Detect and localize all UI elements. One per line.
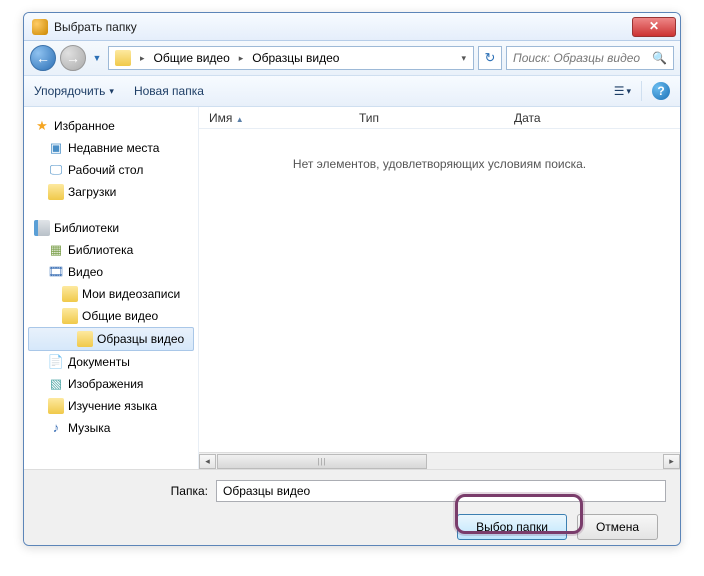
tree-my-video[interactable]: Мои видеозаписи [24, 283, 198, 305]
breadcrumb-arrow-icon: ▸ [137, 53, 148, 64]
folder-icon [115, 50, 131, 66]
search-icon: 🔍 [652, 51, 667, 65]
sort-asc-icon: ▲ [236, 115, 244, 124]
dialog-window: Выбрать папку ✕ ← → ▼ ▸ Общие видео ▸ Об… [23, 12, 681, 546]
refresh-icon: ↻ [485, 50, 496, 66]
file-list: Имя ▲ Тип Дата Нет элементов, удовлетвор… [199, 107, 680, 469]
star-icon: ★ [34, 118, 50, 134]
folder-icon [77, 331, 93, 347]
tree-study[interactable]: Изучение языка [24, 395, 198, 417]
body: ★Избранное ▣Недавние места 🖵Рабочий стол… [24, 107, 680, 469]
tree-music[interactable]: ♪Музыка [24, 417, 198, 439]
help-button[interactable]: ? [652, 82, 670, 100]
tree-lib-video[interactable]: 🎞Видео [24, 261, 198, 283]
folder-icon [48, 398, 64, 414]
breadcrumb-segment[interactable]: Общие видео [148, 47, 236, 69]
tree-libraries[interactable]: Библиотеки [24, 217, 198, 239]
folder-label: Папка: [38, 484, 208, 498]
scroll-thumb[interactable]: ||| [217, 454, 427, 469]
breadcrumb-arrow-icon: ▸ [236, 53, 247, 64]
tree-desktop[interactable]: 🖵Рабочий стол [24, 159, 198, 181]
breadcrumb-segment[interactable]: Образцы видео [246, 47, 345, 69]
organize-menu[interactable]: Упорядочить ▾ [34, 84, 114, 98]
horizontal-scrollbar[interactable]: ◂ ||| ▸ [199, 452, 680, 469]
tree-recent[interactable]: ▣Недавние места [24, 137, 198, 159]
search-placeholder: Поиск: Образцы видео [513, 51, 640, 65]
video-icon: 🎞 [48, 264, 64, 280]
forward-button[interactable]: → [60, 45, 86, 71]
address-dropdown-icon[interactable]: ▾ [458, 53, 469, 64]
scroll-right-button[interactable]: ▸ [663, 454, 680, 469]
library-icon: ▦ [48, 242, 64, 258]
folder-name-input[interactable] [216, 480, 666, 502]
folder-icon [48, 184, 64, 200]
folder-icon [62, 286, 78, 302]
empty-message: Нет элементов, удовлетворяющих условиям … [199, 157, 680, 171]
libraries-icon [34, 220, 50, 236]
tree-documents[interactable]: 📄Документы [24, 351, 198, 373]
view-menu[interactable]: ☰ ▾ [614, 84, 631, 98]
cancel-button[interactable]: Отмена [577, 514, 658, 540]
folder-icon [62, 308, 78, 324]
refresh-button[interactable]: ↻ [478, 46, 502, 70]
images-icon: ▧ [48, 376, 64, 392]
col-date[interactable]: Дата [504, 111, 680, 125]
titlebar: Выбрать папку ✕ [24, 13, 680, 41]
tree-images[interactable]: ▧Изображения [24, 373, 198, 395]
recent-icon: ▣ [48, 140, 64, 156]
separator [641, 81, 642, 101]
tree-common-video[interactable]: Общие видео [24, 305, 198, 327]
new-folder-button[interactable]: Новая папка [134, 84, 204, 98]
documents-icon: 📄 [48, 354, 64, 370]
window-title: Выбрать папку [54, 20, 632, 34]
app-icon [32, 19, 48, 35]
nav-history-dropdown[interactable]: ▼ [90, 45, 104, 71]
column-headers: Имя ▲ Тип Дата [199, 107, 680, 129]
col-name[interactable]: Имя ▲ [199, 111, 349, 125]
col-type[interactable]: Тип [349, 111, 504, 125]
footer: Папка: Выбор папки Отмена [24, 469, 680, 546]
back-button[interactable]: ← [30, 45, 56, 71]
scroll-left-button[interactable]: ◂ [199, 454, 216, 469]
tree-downloads[interactable]: Загрузки [24, 181, 198, 203]
nav-tree: ★Избранное ▣Недавние места 🖵Рабочий стол… [24, 107, 199, 469]
address-bar[interactable]: ▸ Общие видео ▸ Образцы видео ▾ [108, 46, 474, 70]
select-folder-button[interactable]: Выбор папки [457, 514, 567, 540]
tree-samples-video[interactable]: Образцы видео [28, 327, 194, 351]
search-input[interactable]: Поиск: Образцы видео 🔍 [506, 46, 674, 70]
tree-favorites[interactable]: ★Избранное [24, 115, 198, 137]
music-icon: ♪ [48, 420, 64, 436]
close-button[interactable]: ✕ [632, 17, 676, 37]
desktop-icon: 🖵 [48, 162, 64, 178]
view-icon: ☰ [614, 84, 625, 98]
toolbar: Упорядочить ▾ Новая папка ☰ ▾ ? [24, 75, 680, 107]
tree-lib-biblioteka[interactable]: ▦Библиотека [24, 239, 198, 261]
nav-bar: ← → ▼ ▸ Общие видео ▸ Образцы видео ▾ ↻ … [24, 41, 680, 75]
